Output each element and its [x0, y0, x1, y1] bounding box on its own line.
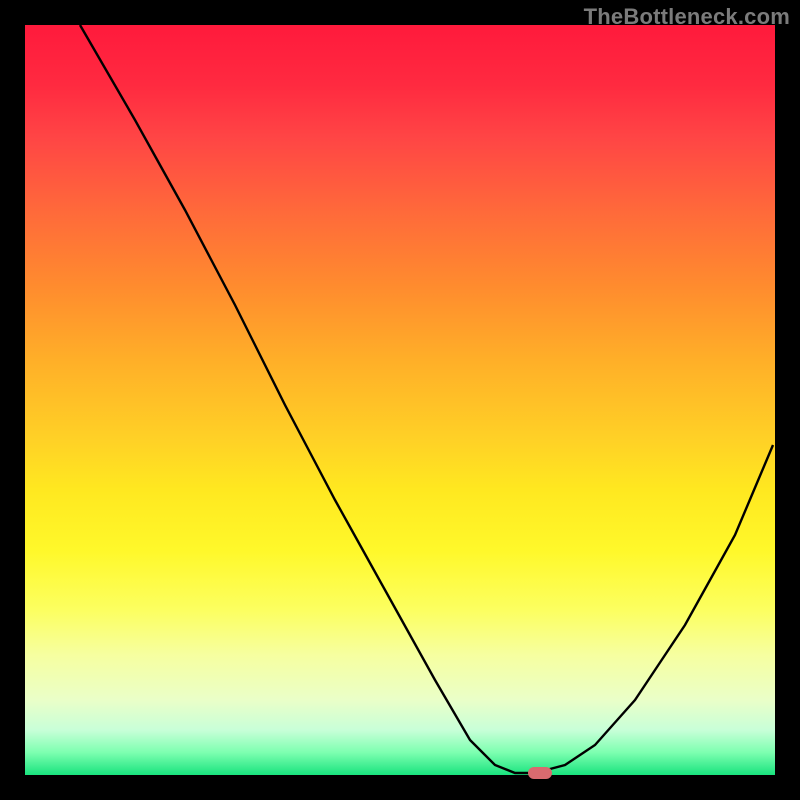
optimal-point-marker: [528, 767, 552, 779]
bottleneck-curve: [80, 25, 773, 773]
chart-frame: TheBottleneck.com: [0, 0, 800, 800]
curve-svg: [25, 25, 775, 775]
